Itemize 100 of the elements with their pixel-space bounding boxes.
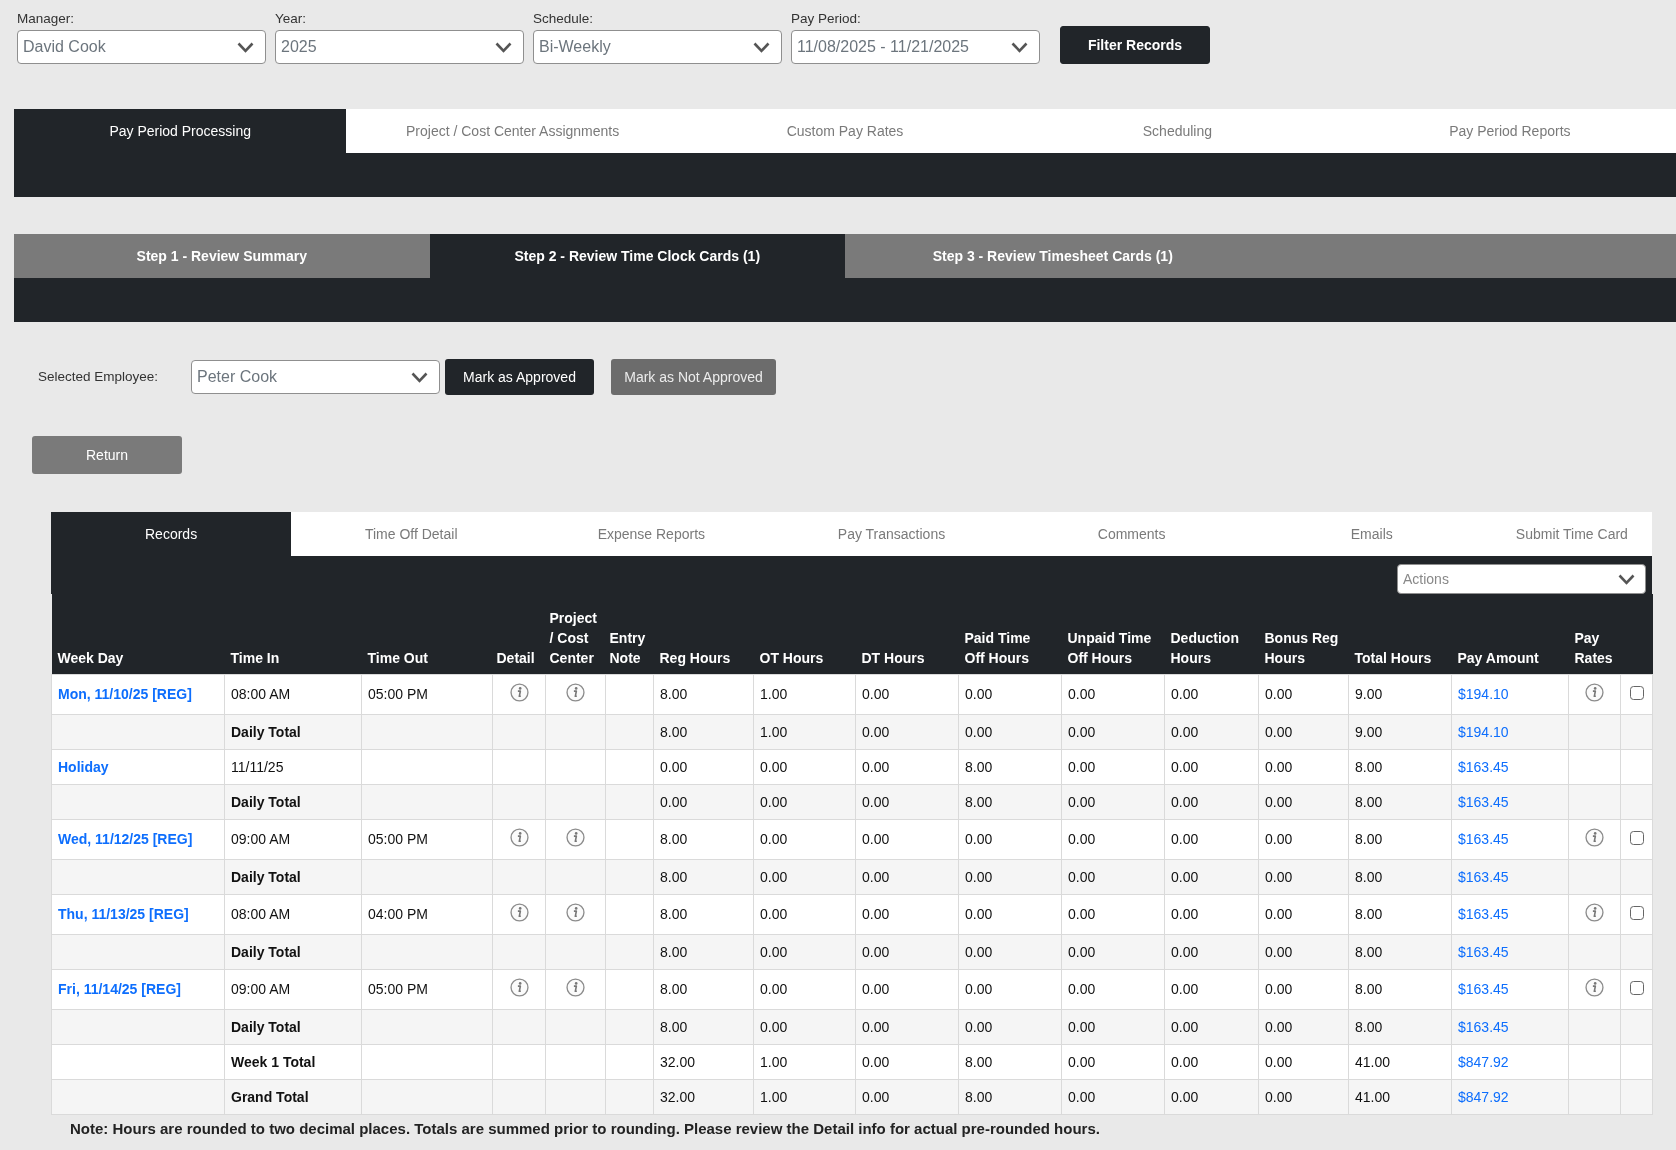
tab[interactable]: Step 2 - Review Time Clock Cards (1) [429, 234, 845, 278]
table-cell: 0.00 [855, 934, 959, 969]
table-cell: 8.00 [1348, 969, 1452, 1009]
info-icon[interactable] [1585, 827, 1604, 847]
table-cell: 0.00 [1061, 969, 1165, 1009]
not-approve-button[interactable]: Mark as Not Approved [611, 359, 776, 395]
tab[interactable]: Pay Period Processing [14, 109, 347, 153]
chevron-down-icon [1011, 41, 1028, 53]
dropdown-field[interactable]: Peter Cook [191, 360, 440, 394]
table-cell: 0.00 [1258, 969, 1349, 1009]
table-cell: 0.00 [753, 934, 856, 969]
tab[interactable]: Comments [1011, 512, 1252, 556]
tab[interactable]: Scheduling [1011, 109, 1344, 153]
table-cell: 0.00 [1061, 1044, 1165, 1079]
table-cell: 9.00 [1348, 714, 1452, 749]
info-icon[interactable] [566, 977, 585, 997]
tab[interactable]: Submit Time Card [1491, 512, 1652, 556]
info-icon[interactable] [509, 827, 529, 847]
table-cell: 8.00 [958, 1079, 1062, 1114]
table-cell: 0.00 [1258, 1009, 1349, 1044]
tab[interactable]: Expense Reports [531, 512, 772, 556]
info-icon[interactable] [566, 827, 585, 847]
table-cell: 0.00 [1164, 969, 1259, 1009]
dropdown-field[interactable]: Actions [1397, 564, 1646, 594]
table-cell: 0.00 [1164, 749, 1259, 784]
info-icon[interactable] [1585, 902, 1604, 922]
row-checkbox[interactable] [1629, 830, 1644, 845]
table-cell: 0.00 [855, 784, 959, 819]
info-icon[interactable] [1585, 682, 1604, 702]
info-icon[interactable] [566, 902, 585, 922]
dropdown-field[interactable]: Bi-Weekly [533, 30, 782, 64]
tab[interactable]: Project / Cost Center Assignments [346, 109, 679, 153]
info-icon[interactable] [509, 902, 529, 922]
table-cell: 8.00 [1348, 819, 1452, 859]
chevron-down-icon [411, 371, 428, 383]
table-cell: 08:00 AM [224, 894, 362, 934]
row-checkbox[interactable] [1629, 980, 1644, 995]
table-cell: Grand Total [224, 1079, 362, 1114]
table-cell: 0.00 [1061, 894, 1165, 934]
table-cell: 0.00 [1164, 859, 1259, 894]
tab[interactable]: Pay Transactions [771, 512, 1012, 556]
table-cell: 0.00 [1061, 859, 1165, 894]
column-header: OT Hours [753, 594, 856, 674]
table-cell: 0.00 [958, 934, 1062, 969]
dropdown-field[interactable]: 2025 [275, 30, 524, 64]
table-cell: 32.00 [653, 1044, 754, 1079]
table-cell: 8.00 [1348, 749, 1452, 784]
table-cell: 0.00 [1164, 1079, 1259, 1114]
column-header: Detail [492, 594, 546, 674]
table-cell: 0.00 [855, 859, 959, 894]
approve-button[interactable]: Mark as Approved [445, 359, 594, 395]
tab[interactable]: Pay Period Reports [1343, 109, 1676, 153]
tab[interactable]: Records [51, 512, 292, 556]
table-cell: 0.00 [1164, 1009, 1259, 1044]
table-cell: 08:00 AM [224, 674, 362, 714]
table-cell: 1.00 [753, 714, 856, 749]
table-cell: 0.00 [653, 784, 754, 819]
table-cell: 8.00 [1348, 859, 1452, 894]
tab[interactable]: Custom Pay Rates [678, 109, 1012, 153]
tab[interactable]: Step 1 - Review Summary [14, 234, 430, 278]
tab[interactable]: Step 3 - Review Timesheet Cards (1) [845, 234, 1261, 278]
week-day-link[interactable]: Holiday [58, 758, 109, 775]
table-cell: 0.00 [753, 894, 856, 934]
info-icon[interactable] [509, 682, 529, 702]
table-cell: Daily Total [224, 934, 362, 969]
pay-amount-link[interactable]: $163.45 [1458, 905, 1509, 922]
table-cell: 05:00 PM [361, 969, 493, 1009]
row-checkbox[interactable] [1629, 905, 1644, 920]
info-icon[interactable] [566, 682, 585, 702]
table-cell: 0.00 [1258, 749, 1349, 784]
row-checkbox[interactable] [1629, 685, 1644, 700]
pay-amount-link[interactable]: $194.10 [1458, 685, 1509, 702]
info-icon[interactable] [1585, 977, 1604, 997]
table-cell: 0.00 [958, 674, 1062, 714]
pay-amount-link[interactable]: $163.45 [1458, 980, 1509, 997]
table-cell: 09:00 AM [224, 969, 362, 1009]
table-cell: 0.00 [1164, 784, 1259, 819]
info-icon[interactable] [509, 977, 529, 997]
table-cell: 05:00 PM [361, 819, 493, 859]
tab[interactable]: Time Off Detail [291, 512, 532, 556]
pay-amount-link[interactable]: $163.45 [1458, 830, 1509, 847]
chevron-down-icon [1618, 573, 1635, 585]
tab[interactable]: Emails [1251, 512, 1492, 556]
table-cell: 0.00 [958, 969, 1062, 1009]
table-cell: 0.00 [855, 1079, 959, 1114]
column-header: Total Hours [1348, 594, 1452, 674]
table-cell: 8.00 [653, 674, 754, 714]
table-cell: 8.00 [958, 784, 1062, 819]
filter-records-button[interactable]: Filter Records [1060, 26, 1210, 64]
table-cell: 0.00 [1258, 784, 1349, 819]
table-cell: 9.00 [1348, 674, 1452, 714]
table-cell: 0.00 [1258, 934, 1349, 969]
dropdown-field[interactable]: David Cook [17, 30, 266, 64]
column-header: Entry Note [605, 594, 654, 674]
table-cell: 8.00 [653, 934, 754, 969]
table-cell: 8.00 [653, 714, 754, 749]
dropdown-field[interactable]: 11/08/2025 - 11/21/2025 [791, 30, 1040, 64]
table-cell: 0.00 [855, 749, 959, 784]
field-label: Year: [275, 10, 307, 27]
return-button[interactable]: Return [32, 436, 182, 474]
